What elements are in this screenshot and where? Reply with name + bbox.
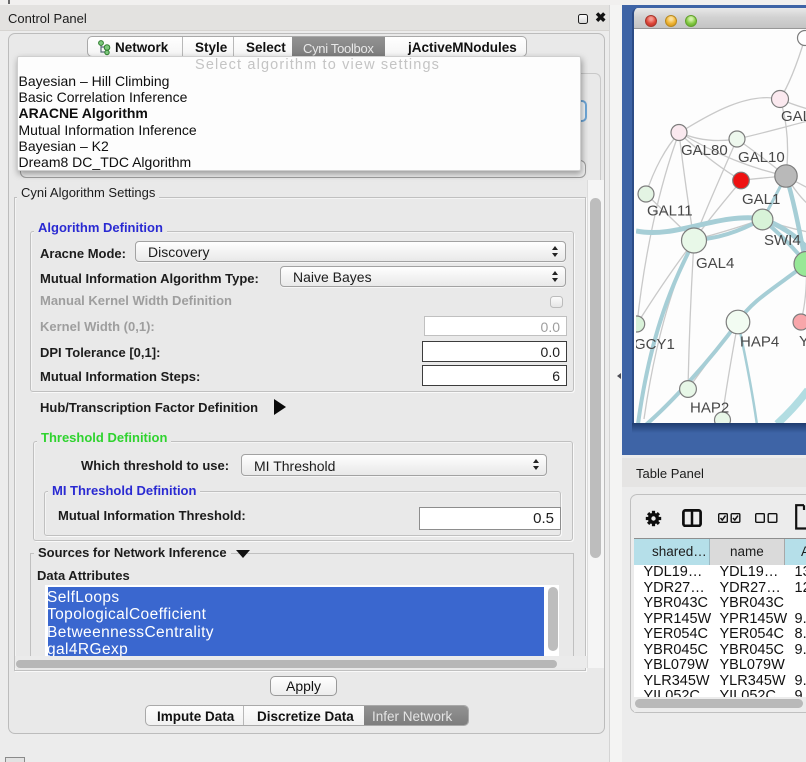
svg-text:SWI4: SWI4 xyxy=(764,232,801,249)
svg-text:GCY1: GCY1 xyxy=(636,336,675,353)
svg-text:HAP2: HAP2 xyxy=(690,400,729,417)
svg-text:HAP4: HAP4 xyxy=(740,334,779,351)
svg-text:GAL80: GAL80 xyxy=(681,142,728,159)
svg-text:GAL: GAL xyxy=(781,108,806,125)
svg-text:GAL11: GAL11 xyxy=(647,203,693,220)
svg-text:GAL4: GAL4 xyxy=(696,255,734,272)
svg-text:Y: Y xyxy=(799,333,806,350)
svg-text:GAL10: GAL10 xyxy=(738,149,785,166)
svg-text:GAL1: GAL1 xyxy=(742,191,780,208)
